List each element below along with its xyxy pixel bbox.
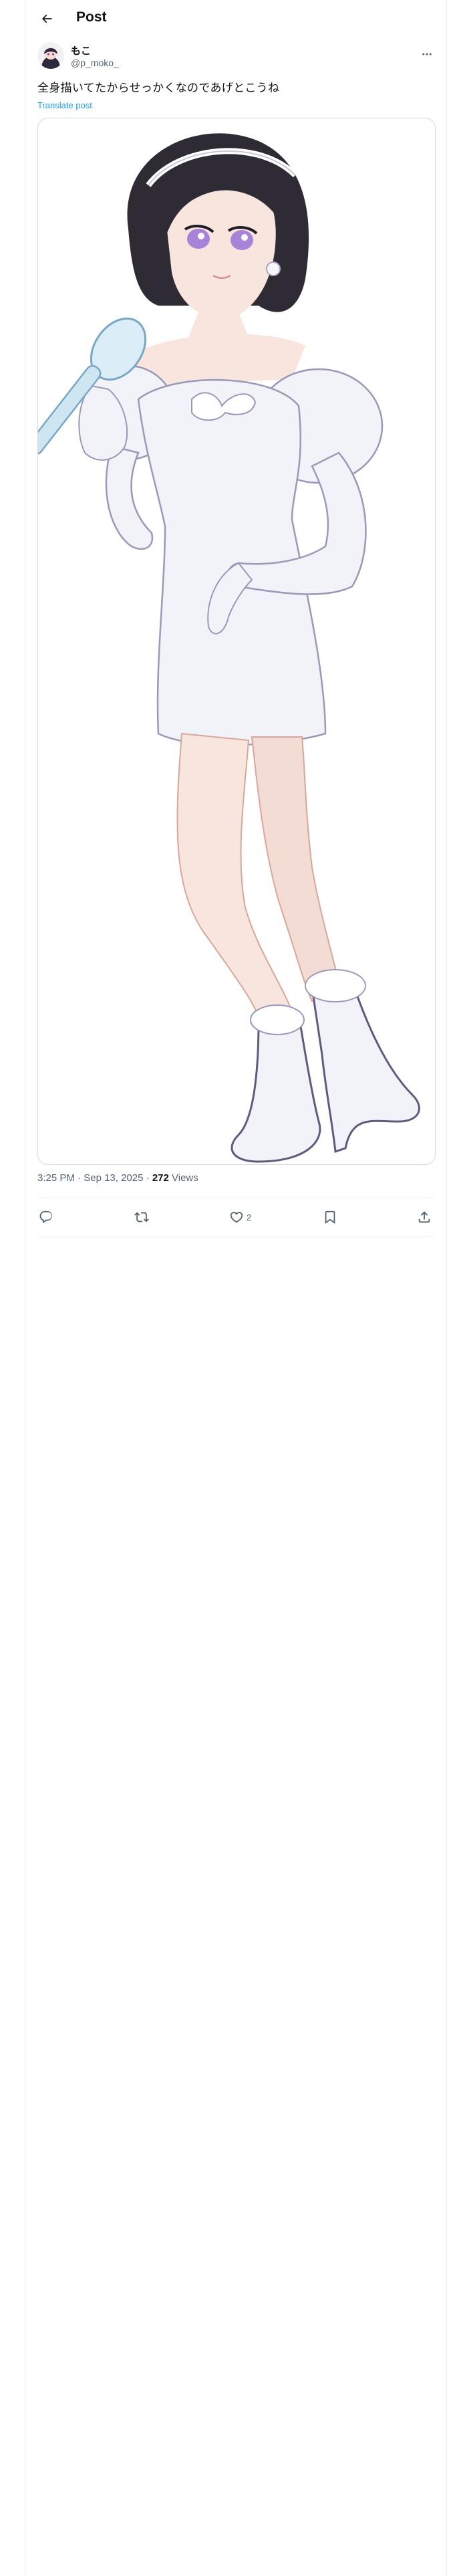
reply-icon xyxy=(39,1210,52,1224)
avatar[interactable] xyxy=(37,42,64,69)
repost-button[interactable] xyxy=(134,1204,152,1230)
post-time[interactable]: 3:25 PM xyxy=(37,1172,75,1184)
post-meta: 3:25 PM · Sep 13, 2025 · 272 Views xyxy=(37,1172,198,1184)
back-button[interactable] xyxy=(35,7,59,31)
more-horizontal-icon xyxy=(422,53,432,56)
post-media[interactable] xyxy=(37,118,436,1165)
post-text: 全身描いてたからせっかくなのであげとこうね xyxy=(37,82,280,94)
author-handle[interactable]: @p_moko_ xyxy=(71,58,119,68)
share-icon xyxy=(418,1211,430,1223)
repost-icon xyxy=(134,1212,149,1222)
bookmark-icon xyxy=(325,1210,335,1224)
illustration-image xyxy=(38,118,435,1164)
author-name[interactable]: もこ xyxy=(71,43,91,58)
right-column-border xyxy=(446,0,447,2576)
divider xyxy=(37,1236,434,1237)
reply-button[interactable] xyxy=(39,1204,56,1230)
bookmark-button[interactable] xyxy=(323,1204,340,1230)
meta-separator: · xyxy=(143,1172,152,1184)
avatar-image xyxy=(37,42,64,69)
top-bar: Post xyxy=(25,0,446,37)
heart-icon xyxy=(230,1212,243,1223)
like-count: 2 xyxy=(247,1212,252,1222)
more-options-button[interactable] xyxy=(418,45,436,63)
post-date[interactable]: Sep 13, 2025 xyxy=(84,1172,143,1184)
share-button[interactable] xyxy=(417,1204,432,1230)
views-label: Views xyxy=(172,1172,198,1184)
views-count: 272 xyxy=(152,1172,169,1184)
meta-separator: · xyxy=(74,1172,84,1184)
page-title: Post xyxy=(76,9,107,25)
arrow-left-icon xyxy=(41,14,52,23)
translate-post-link[interactable]: Translate post xyxy=(37,100,92,110)
like-button[interactable]: 2 xyxy=(229,1204,251,1230)
